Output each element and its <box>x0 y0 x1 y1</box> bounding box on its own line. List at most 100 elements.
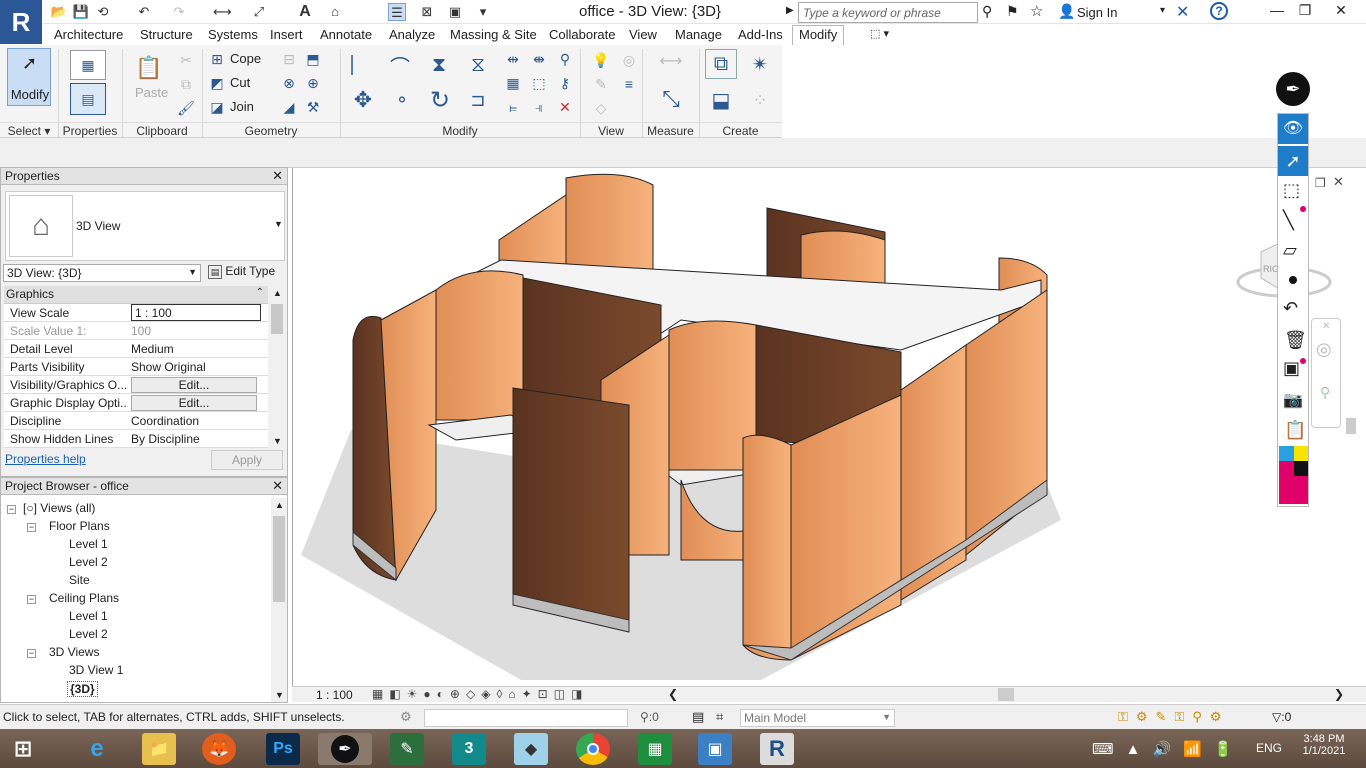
create-parts-icon[interactable]: ✴ <box>744 49 776 79</box>
sketch-app-icon[interactable]: ✎ <box>390 733 424 765</box>
revit-taskbar-icon[interactable]: R <box>760 733 794 765</box>
apply-button[interactable]: Apply <box>211 450 283 470</box>
scroll-right-icon[interactable]: ❯ <box>1334 687 1344 701</box>
pen-app-icon[interactable]: ✒ <box>318 733 372 765</box>
tree-item[interactable]: Level 2 <box>69 555 108 569</box>
type-properties-icon[interactable]: ▦ <box>70 50 106 80</box>
search-input[interactable]: Type a keyword or phrase <box>798 2 978 23</box>
board-icon[interactable]: ▣ <box>1283 358 1300 379</box>
tab-collaborate[interactable]: Collaborate <box>549 27 616 42</box>
expand-search-icon[interactable]: ▶ <box>786 5 794 16</box>
tab-add-ins[interactable]: Add-Ins <box>738 27 783 42</box>
subscription-icon[interactable]: ⚑ <box>1006 3 1019 20</box>
cursor-icon[interactable]: ➚ <box>1278 146 1308 176</box>
properties-help-link[interactable]: Properties help <box>5 452 86 466</box>
viewport-close-icon[interactable]: ✕ <box>1333 174 1344 190</box>
workset-dropdown[interactable] <box>424 709 628 727</box>
text-icon[interactable]: A <box>296 3 314 21</box>
options-icon[interactable]: ⌗ <box>716 709 723 725</box>
contextual-tab-toggle-icon[interactable]: ⬚ ▾ <box>870 27 889 40</box>
tree-item-active[interactable]: {3D} <box>67 681 98 697</box>
copy-element-icon[interactable]: ⚬ <box>387 85 417 115</box>
join-label[interactable]: Join <box>230 99 254 114</box>
signin-dropdown-icon[interactable]: ▾ <box>1160 5 1165 16</box>
sign-in-button[interactable]: Sign In <box>1077 5 1117 20</box>
prop-row[interactable]: Show Hidden Lines By Discipline <box>4 430 268 448</box>
3ds-max-icon[interactable]: 3 <box>452 733 486 765</box>
offset-icon[interactable]: ⌒ <box>385 51 415 79</box>
language-indicator[interactable]: ENG <box>1256 741 1282 755</box>
undo-icon[interactable]: ↶ <box>135 3 153 21</box>
tree-item[interactable]: Level 1 <box>69 537 108 551</box>
help-icon[interactable]: ? <box>1210 2 1228 20</box>
design-options-icon[interactable]: ▤ <box>692 709 704 725</box>
viewport-restore-icon[interactable]: ❐ <box>1315 176 1326 190</box>
trim-multiple-icon[interactable]: ⫢ <box>504 99 522 115</box>
binoculars-icon[interactable]: ⚲ <box>982 3 992 20</box>
pencil-icon[interactable]: ╲ <box>1283 210 1294 231</box>
tab-manage[interactable]: Manage <box>675 27 722 42</box>
close-hidden-icon[interactable]: ⊠ <box>418 3 436 21</box>
browser-scrollbar[interactable]: ▲ ▼ <box>271 498 287 702</box>
linework-override-icon[interactable]: ≡ <box>620 75 638 93</box>
properties-scrollbar[interactable]: ▲ ▼ <box>269 286 285 448</box>
favorites-icon[interactable]: ☆ <box>1030 2 1043 20</box>
chevron-down-icon[interactable]: ▼ <box>882 712 891 722</box>
cut-label[interactable]: Cut <box>230 75 250 90</box>
3d-view-icon[interactable]: ⌂ <box>326 3 344 21</box>
color-swatch-blue[interactable] <box>1279 446 1294 461</box>
split-gap-icon[interactable]: ⇼ <box>530 51 548 67</box>
mirror-axis-icon[interactable]: ⧗ <box>424 51 454 79</box>
scale-icon[interactable]: ⬚ <box>530 75 548 91</box>
paste-icon[interactable]: 📋 <box>134 51 164 85</box>
tab-massing-site[interactable]: Massing & Site <box>450 27 537 42</box>
eraser-icon[interactable]: ▱ <box>1283 240 1297 261</box>
tab-view[interactable]: View <box>629 27 657 42</box>
view-scale[interactable]: 1 : 100 <box>316 688 353 702</box>
photoshop-icon[interactable]: Ps <box>266 733 300 765</box>
wall-joins-icon[interactable]: ⊟ <box>280 51 298 67</box>
brush-size-icon[interactable] <box>1289 276 1297 284</box>
minimize-button[interactable]: — <box>1262 2 1292 22</box>
tab-structure[interactable]: Structure <box>140 27 193 42</box>
copy-icon[interactable]: ⧉ <box>176 75 196 93</box>
hide-element-icon[interactable]: ◇ <box>588 99 614 117</box>
tree-3d-views[interactable]: 3D Views <box>49 645 99 659</box>
save-icon[interactable]: 💾 <box>72 3 90 21</box>
demolish-icon[interactable]: ⊗ <box>280 75 298 91</box>
join-icon[interactable]: ◪ <box>208 99 226 115</box>
3d-viewport[interactable]: RIG ❐ ✕ ✕ ◎ ⚲ <box>292 168 1356 686</box>
array-icon[interactable]: ▦ <box>504 75 522 91</box>
collapse-icon[interactable]: ⌃ <box>256 287 264 298</box>
prop-row[interactable]: Discipline Coordination <box>4 412 268 430</box>
edge-icon[interactable]: e <box>80 733 114 765</box>
tray-icons[interactable]: ⌨▲🔊📶🔋 <box>1092 740 1245 758</box>
tree-item[interactable]: Site <box>69 573 90 587</box>
align-icon[interactable]: ⎸ <box>346 51 376 79</box>
app-icon[interactable]: ◆ <box>514 733 548 765</box>
match-type-icon[interactable]: 🖌 <box>176 99 196 117</box>
color-swatch-magenta[interactable] <box>1279 461 1294 476</box>
edit-type-button[interactable]: ▤ Edit Type <box>208 264 286 282</box>
close-icon[interactable]: ✕ <box>272 478 283 494</box>
linework-icon[interactable]: ✎ <box>588 75 614 93</box>
tree-ceiling-plans[interactable]: Ceiling Plans <box>49 591 119 605</box>
current-color[interactable] <box>1279 476 1308 504</box>
tree-item[interactable]: Level 2 <box>69 627 108 641</box>
thin-lines-icon[interactable]: ☰ <box>388 3 406 21</box>
split-element-icon[interactable]: ⇹ <box>504 51 522 67</box>
rotate-icon[interactable]: ↻ <box>424 85 456 115</box>
horizontal-scroll-thumb[interactable] <box>998 688 1014 701</box>
clock[interactable]: 3:48 PM 1/1/2021 <box>1296 733 1352 757</box>
chevron-down-icon[interactable]: ▼ <box>274 219 283 229</box>
section-graphics[interactable]: Graphics ⌃ <box>4 286 268 304</box>
move-icon[interactable]: ✥ <box>348 85 378 115</box>
panel-select-title[interactable]: Select ▾ <box>0 122 58 138</box>
instance-selector[interactable]: 3D View: {3D} ▼ <box>3 264 201 282</box>
create-group-icon[interactable]: ⬓ <box>705 85 737 115</box>
close-icon[interactable]: ✕ <box>1322 321 1330 332</box>
pin-icon[interactable]: ⚷ <box>556 75 574 91</box>
app-menu-button[interactable]: R <box>0 0 42 44</box>
eye-icon[interactable]: 👁 <box>1278 114 1308 144</box>
cut-geometry-icon[interactable]: ◩ <box>208 75 226 91</box>
